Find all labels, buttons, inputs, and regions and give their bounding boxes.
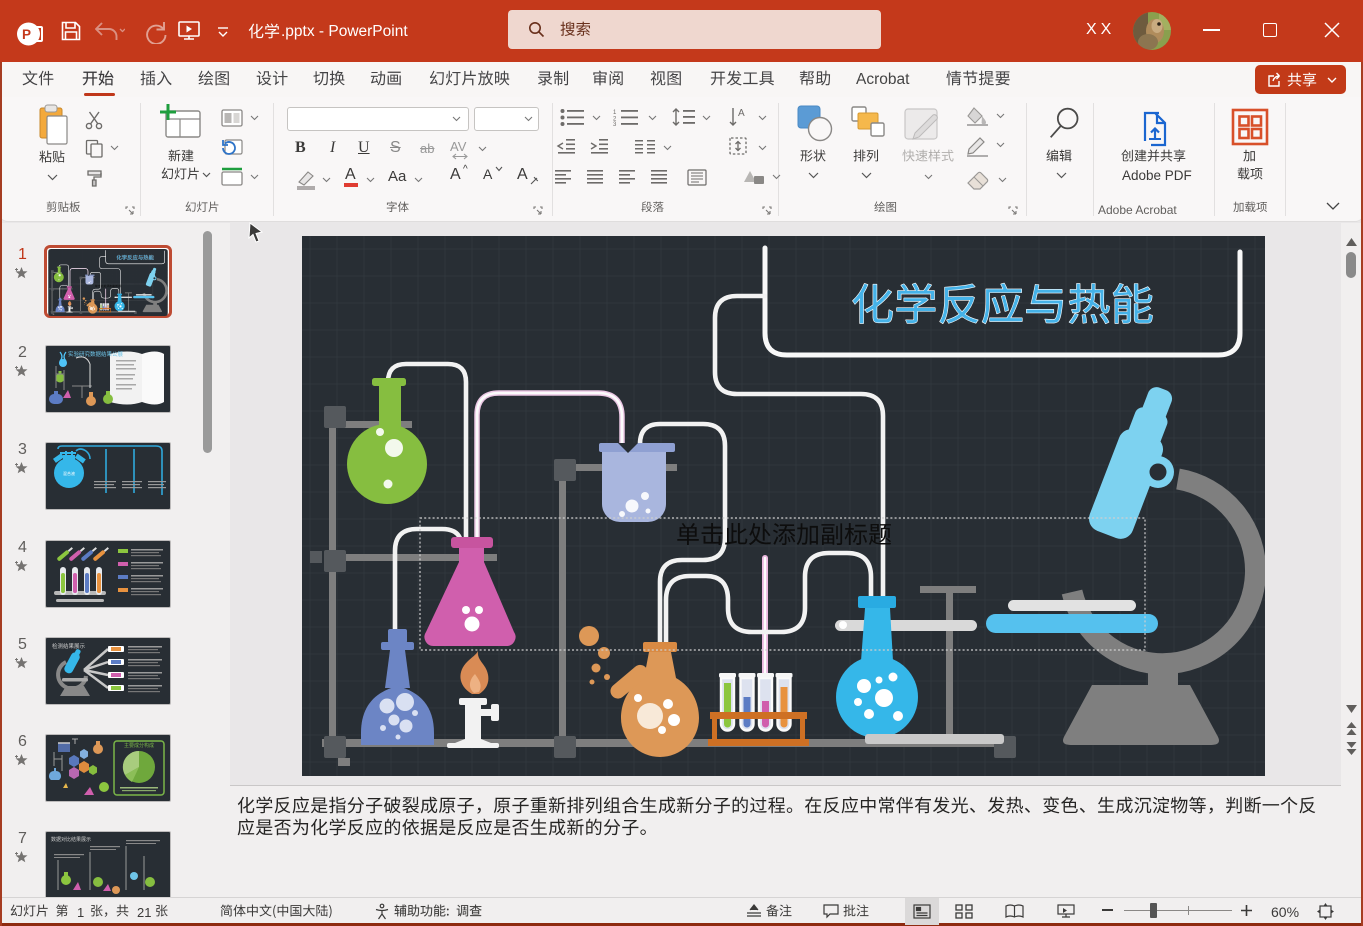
svg-text:实验研究数据结果公展: 实验研究数据结果公展 — [68, 350, 124, 358]
svg-text:P: P — [22, 27, 31, 42]
svg-text:数据对比结果展示: 数据对比结果展示 — [51, 836, 91, 843]
svg-text:A: A — [738, 108, 745, 119]
svg-text:3: 3 — [613, 122, 617, 126]
svg-text:主要成分构成: 主要成分构成 — [124, 742, 154, 749]
svg-text:1: 1 — [613, 110, 617, 116]
svg-text:混合液: 混合液 — [63, 470, 75, 476]
svg-text:检测结果展示: 检测结果展示 — [52, 642, 86, 650]
